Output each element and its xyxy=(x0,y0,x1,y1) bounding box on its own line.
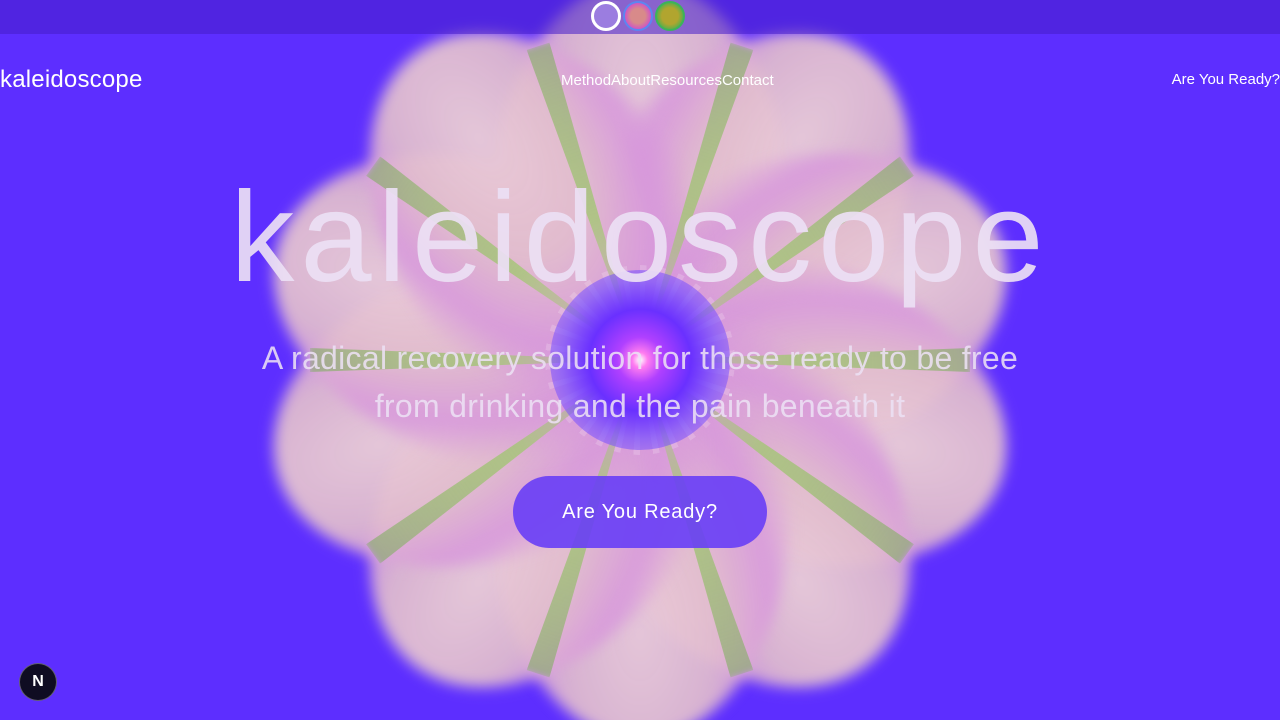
theme-swatch-violet[interactable] xyxy=(591,1,621,31)
badge-letter: N xyxy=(32,673,44,690)
theme-swatch-pink-blue[interactable] xyxy=(623,1,653,31)
main-nav: Method About Resources Contact xyxy=(561,72,774,89)
hero-subtitle: A radical recovery solution for those re… xyxy=(261,340,1019,424)
hero-title: kaleidoscope xyxy=(230,166,1050,309)
are-you-ready-button[interactable]: Are You Ready? xyxy=(513,476,767,548)
theme-swatch-olive-green[interactable] xyxy=(655,1,685,31)
nav-link-method[interactable]: Method xyxy=(561,72,611,89)
theme-swatches xyxy=(591,1,687,31)
header-cta-link[interactable]: Are You Ready? xyxy=(1172,71,1280,88)
theme-selector-bar xyxy=(0,0,1280,34)
nav-link-resources[interactable]: Resources xyxy=(650,72,722,89)
nav-link-about[interactable]: About xyxy=(611,72,650,89)
n-logo-icon[interactable]: N xyxy=(19,663,57,701)
nav-link-contact[interactable]: Contact xyxy=(722,72,774,89)
brand-logo[interactable]: kaleidoscope xyxy=(0,66,143,94)
site-header: kaleidoscope Method About Resources Cont… xyxy=(0,60,1280,100)
